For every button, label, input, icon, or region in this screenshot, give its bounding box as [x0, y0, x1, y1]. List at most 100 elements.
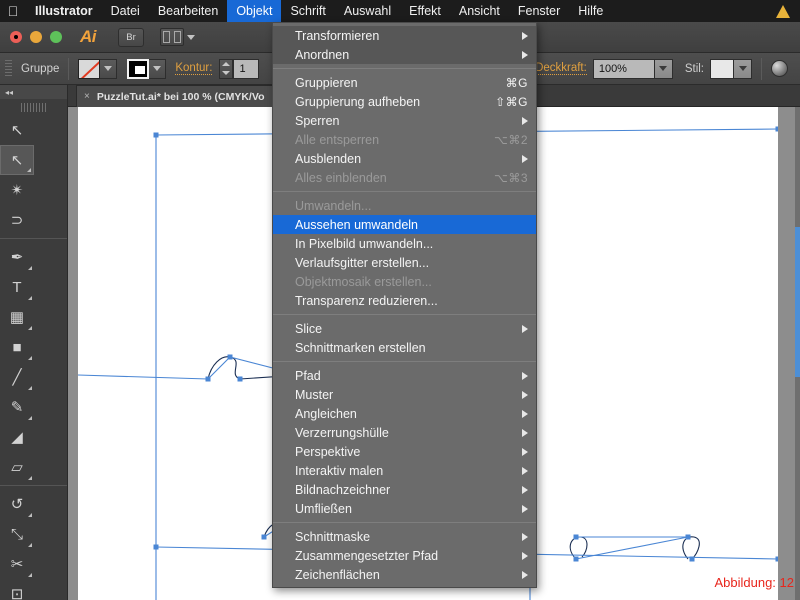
menu-item-schnittmaske[interactable]: Schnittmaske [273, 527, 536, 546]
menu-item-pfad[interactable]: Pfad [273, 366, 536, 385]
graphic-style-control[interactable] [710, 58, 752, 79]
blob-brush-tool[interactable]: ◢ [0, 422, 34, 452]
menu-item-umflie-en[interactable]: Umfließen [273, 499, 536, 518]
menu-item-label: Gruppierung aufheben [295, 94, 421, 109]
opacity-control[interactable]: 100% [592, 58, 673, 79]
close-icon[interactable]: × [84, 91, 90, 102]
selection-tool-icon: ↖ [10, 121, 24, 139]
menu-item-gruppierung-aufheben[interactable]: Gruppierung aufheben ⇧⌘G [273, 92, 536, 111]
arrange-documents-button[interactable] [160, 28, 195, 46]
rectangle-tool[interactable]: ■ [0, 332, 34, 362]
menu-item-anordnen[interactable]: Anordnen [273, 45, 536, 64]
rotate-tool[interactable]: ↺ [0, 489, 34, 519]
tools-panel-grip[interactable] [20, 103, 47, 112]
menu-item-sperren[interactable]: Sperren [273, 111, 536, 130]
pen-tool[interactable]: ✒ [0, 242, 34, 272]
menu-item-transformieren[interactable]: Transformieren [273, 26, 536, 45]
close-window-button[interactable] [10, 31, 22, 43]
menu-item-slice[interactable]: Slice [273, 319, 536, 338]
menu-item-angleichen[interactable]: Angleichen [273, 404, 536, 423]
fill-swatch[interactable] [78, 58, 101, 79]
fill-control[interactable] [78, 58, 118, 79]
menu-item-label: Angleichen [295, 406, 357, 421]
submenu-arrow-icon [522, 551, 528, 560]
paintbrush-tool[interactable]: ╱ [0, 362, 34, 392]
menu-item-aussehen-umwandeln[interactable]: Aussehen umwandeln [273, 215, 536, 234]
opacity-label: Deckkraft: [535, 62, 587, 75]
stroke-dropdown-button[interactable] [149, 58, 167, 79]
menu-bar-item-fenster[interactable]: Fenster [509, 0, 569, 22]
menu-bar-item-schrift[interactable]: Schrift [281, 0, 334, 22]
menu-item-schnittmarken-erstellen[interactable]: Schnittmarken erstellen [273, 338, 536, 357]
width-tool[interactable]: ✂ [0, 549, 34, 579]
menu-item-label: Verzerrungshülle [295, 425, 389, 440]
stroke-control[interactable] [127, 58, 167, 79]
menu-item-ausblenden[interactable]: Ausblenden [273, 149, 536, 168]
menu-item-transparenz-reduzieren[interactable]: Transparenz reduzieren... [273, 291, 536, 310]
menu-separator [273, 191, 536, 192]
stroke-swatch[interactable] [127, 58, 150, 79]
warning-triangle-icon[interactable] [776, 4, 790, 18]
menu-item-verzerrungshülle[interactable]: Verzerrungshülle [273, 423, 536, 442]
eraser-tool[interactable]: ▱ [0, 452, 34, 482]
lasso-tool[interactable]: ⊃ [0, 205, 34, 235]
sphere-icon[interactable] [771, 60, 788, 77]
submenu-arrow-icon [522, 50, 528, 59]
submenu-arrow-icon [522, 466, 528, 475]
line-segment-tool[interactable]: ▦ [0, 302, 34, 332]
collapse-panel-icon[interactable]: ◂◂ [5, 88, 13, 97]
opacity-input[interactable]: 100% [592, 58, 655, 79]
selection-tool[interactable]: ↖ [0, 115, 34, 145]
stroke-weight-input[interactable]: 1 [233, 58, 260, 79]
opacity-dropdown-button[interactable] [654, 58, 673, 79]
fill-dropdown-button[interactable] [100, 58, 118, 79]
free-transform-tool[interactable]: ⊡ [0, 579, 34, 600]
graphic-style-dropdown-button[interactable] [734, 58, 752, 79]
menu-bar-item-auswahl[interactable]: Auswahl [335, 0, 400, 22]
menu-item-label: Muster [295, 387, 334, 402]
minimize-window-button[interactable] [30, 31, 42, 43]
menu-item-label: Schnittmarken erstellen [295, 340, 426, 355]
menu-bar-item-bearbeiten[interactable]: Bearbeiten [149, 0, 227, 22]
scale-tool[interactable]: ⤡ [0, 519, 34, 549]
menu-item-interaktiv-malen[interactable]: Interaktiv malen [273, 461, 536, 480]
menu-bar-item-objekt[interactable]: Objekt [227, 0, 282, 22]
maximize-window-button[interactable] [50, 31, 62, 43]
menu-item-zusammengesetzter-pfad[interactable]: Zusammengesetzter Pfad [273, 546, 536, 565]
stroke-weight-stepper[interactable] [219, 58, 234, 79]
menu-item-in-pixelbild-umwandeln[interactable]: In Pixelbild umwandeln... [273, 234, 536, 253]
menu-bar-item-effekt[interactable]: Effekt [400, 0, 450, 22]
menu-item-zeichenflächen[interactable]: Zeichenflächen [273, 565, 536, 584]
type-tool[interactable]: T [0, 272, 34, 302]
objekt-dropdown-menu[interactable]: Transformieren Anordnen Gruppieren ⌘G Gruppi… [272, 22, 537, 588]
bridge-button[interactable]: Br [118, 27, 144, 47]
pencil-tool[interactable]: ✎ [0, 392, 34, 422]
menu-item-bildnachzeichner[interactable]: Bildnachzeichner [273, 480, 536, 499]
divider [68, 57, 70, 80]
submenu-arrow-icon [522, 116, 528, 125]
menu-bar-item-illustrator[interactable]: Illustrator [26, 0, 102, 22]
magic-wand-tool[interactable]: ✴ [0, 175, 34, 205]
tools-panel-header[interactable]: ◂◂ [0, 85, 67, 99]
menu-item-label: Schnittmaske [295, 529, 371, 544]
vertical-scrollbar[interactable] [795, 107, 800, 600]
stepper-down-icon[interactable] [222, 71, 231, 75]
graphic-style-swatch[interactable] [710, 58, 734, 79]
document-tab[interactable]: × PuzzleTut.ai* bei 100 % (CMYK/Vo [76, 85, 276, 107]
menu-bar-item-hilfe[interactable]: Hilfe [569, 0, 612, 22]
apple-logo-icon[interactable]:  [0, 0, 26, 22]
menu-item-gruppieren[interactable]: Gruppieren ⌘G [273, 73, 536, 92]
system-menu-bar:  IllustratorDateiBearbeitenObjektSchrif… [0, 0, 800, 22]
submenu-arrow-icon [522, 532, 528, 541]
stroke-weight-label: Kontur: [175, 62, 213, 75]
menu-bar-item-ansicht[interactable]: Ansicht [450, 0, 509, 22]
submenu-arrow-icon [522, 371, 528, 380]
menu-item-muster[interactable]: Muster [273, 385, 536, 404]
direct-selection-tool[interactable]: ↖ [0, 145, 34, 175]
menu-item-verlaufsgitter-erstellen[interactable]: Verlaufsgitter erstellen... [273, 253, 536, 272]
menu-item-label: Alle entsperren [295, 132, 380, 147]
menu-bar-item-datei[interactable]: Datei [102, 0, 149, 22]
control-bar-grip[interactable] [5, 59, 12, 78]
stepper-up-icon[interactable] [222, 62, 231, 66]
menu-item-perspektive[interactable]: Perspektive [273, 442, 536, 461]
